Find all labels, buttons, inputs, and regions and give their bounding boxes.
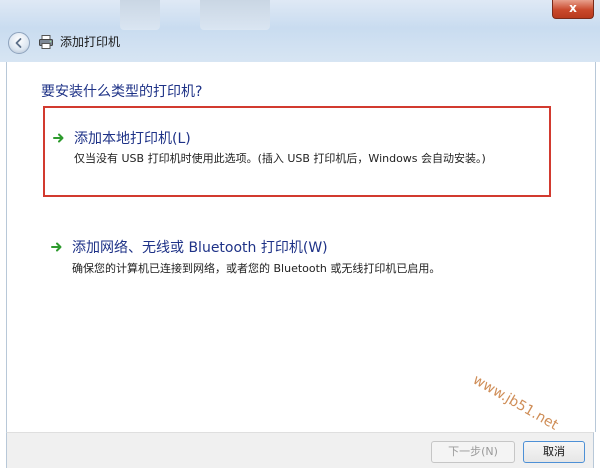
printer-icon [39,34,53,49]
green-arrow-icon [53,133,64,143]
title-area: 添加打印机 [38,33,120,50]
green-arrow-icon [51,242,62,252]
page-question: 要安装什么类型的打印机? [41,84,203,100]
close-button[interactable]: x [552,0,594,19]
wizard-footer: 下一步(N) 取消 [6,432,594,468]
option-description: 确保您的计算机已连接到网络，或者您的 Bluetooth 或无线打印机已启用。 [72,262,441,275]
wizard-content: 要安装什么类型的打印机? 添加本地打印机(L) 仅当没有 USB 打印机时使用此… [6,62,596,432]
option-title: 添加网络、无线或 Bluetooth 打印机(W) [72,240,328,256]
option-title: 添加本地打印机(L) [74,131,191,147]
back-button[interactable] [8,32,30,54]
background-window-preview [120,0,160,30]
window-header: x 添加打印机 [0,0,600,62]
back-arrow-icon [15,38,22,48]
option-add-local-printer[interactable]: 添加本地打印机(L) 仅当没有 USB 打印机时使用此选项。(插入 USB 打印… [43,106,551,197]
option-description: 仅当没有 USB 打印机时使用此选项。(插入 USB 打印机后，Windows … [74,152,486,165]
window-title: 添加打印机 [60,35,121,49]
option-header: 添加网络、无线或 Bluetooth 打印机(W) [51,237,328,257]
next-button[interactable]: 下一步(N) [431,441,515,463]
background-window-preview [200,0,270,30]
cancel-button[interactable]: 取消 [523,441,585,463]
option-add-network-printer[interactable]: 添加网络、无线或 Bluetooth 打印机(W) 确保您的计算机已连接到网络，… [43,227,551,277]
option-header: 添加本地打印机(L) [53,128,191,148]
